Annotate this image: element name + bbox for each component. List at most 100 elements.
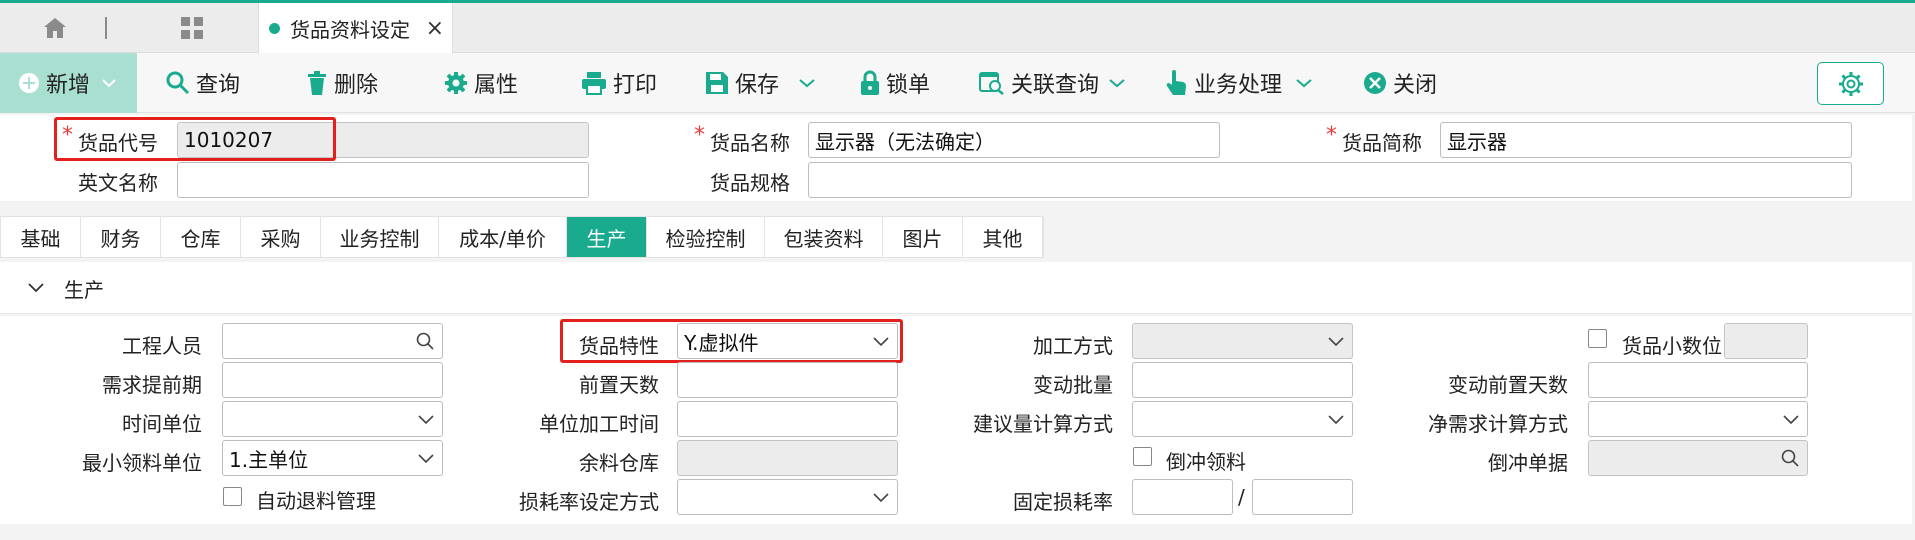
decimal-label: 货品小数位 [1622,334,1722,358]
section-title: 生产 [64,278,104,302]
print-label: 打印 [613,73,658,98]
save-button[interactable]: 保存 [705,53,815,113]
fixed-loss-label: 固定损耗率 [1013,490,1113,514]
process-method-select[interactable] [1132,323,1353,359]
backflush-checkbox[interactable] [1133,447,1152,466]
query-button[interactable]: 查询 [166,53,240,113]
process-method-label: 加工方式 [1033,334,1113,358]
tab-goods-setup[interactable]: 货品资料设定 × [258,3,453,53]
goods-spec-input[interactable] [808,162,1852,198]
attribute-button[interactable]: 属性 [444,53,518,113]
delete-button[interactable]: 删除 [306,53,378,113]
fixed-loss-separator: / [1238,485,1245,509]
required-mark: * [1326,123,1337,148]
chevron-down-icon [799,79,815,88]
close-label: 关闭 [1393,73,1438,98]
tab-packaging[interactable]: 包装资料 [765,217,883,257]
new-button[interactable]: 新增 [0,53,137,113]
settings-button[interactable] [1817,62,1884,105]
goods-name-label: 货品名称 [710,131,790,155]
decimal-checkbox[interactable] [1588,329,1607,348]
goods-name-input[interactable]: 显示器（无法确定） [808,122,1220,158]
plus-circle-icon [19,73,39,93]
settings-gear-icon [1838,71,1863,96]
required-mark: * [694,123,705,148]
printer-icon [582,72,606,95]
tab-business-control[interactable]: 业务控制 [321,217,439,257]
loss-method-label: 损耗率设定方式 [519,490,659,514]
chevron-down-icon [28,283,44,293]
hand-pointer-icon [1166,70,1186,95]
demand-lead-input[interactable] [222,362,443,398]
suggest-calc-select[interactable] [1132,401,1353,437]
surplus-warehouse-input[interactable] [677,440,898,476]
auto-return-checkbox[interactable] [223,487,242,506]
tab-basic[interactable]: 基础 [1,217,81,257]
unit-process-time-label: 单位加工时间 [539,412,659,436]
var-lead-days-input[interactable] [1588,362,1808,398]
home-icon[interactable] [40,13,70,43]
chevron-down-icon [418,454,434,464]
backflush-doc-input[interactable] [1588,440,1808,476]
tab-other[interactable]: 其他 [963,217,1043,257]
backflush-label: 倒冲领料 [1166,450,1246,474]
var-batch-label: 变动批量 [1033,373,1113,397]
save-icon [706,72,728,94]
fixed-loss-input-b[interactable] [1252,479,1353,515]
tab-bar: 货品资料设定 × [0,3,1915,53]
tab-images[interactable]: 图片 [883,217,963,257]
tab-cost-price[interactable]: 成本/单价 [439,217,567,257]
goods-short-input[interactable]: 显示器 [1440,122,1852,158]
active-dot-icon [269,22,280,34]
unit-process-time-input[interactable] [677,401,898,437]
lead-days-input[interactable] [677,362,898,398]
tab-title: 货品资料设定 [290,17,410,42]
loss-method-select[interactable] [677,479,898,515]
surplus-warehouse-label: 余料仓库 [579,451,659,475]
business-process-button[interactable]: 业务处理 [1166,53,1312,113]
decimal-input[interactable] [1724,323,1808,359]
time-unit-select[interactable] [222,401,443,437]
print-button[interactable]: 打印 [581,53,657,113]
close-tab-icon[interactable]: × [426,16,444,41]
header-panel: * 货品代号 1010207 * 货品名称 显示器（无法确定） * 货品简称 显… [0,115,1912,201]
tab-production[interactable]: 生产 [567,217,647,257]
english-name-label: 英文名称 [78,171,158,195]
lead-days-label: 前置天数 [579,373,659,397]
fixed-loss-input-a[interactable] [1132,479,1233,515]
net-calc-label: 净需求计算方式 [1428,412,1568,436]
production-form: 工程人员 需求提前期 时间单位 最小领料单位 1.主单位 自动退料管理 货品特性… [0,316,1912,524]
min-issue-unit-label: 最小领料单位 [82,451,202,475]
suggest-calc-label: 建议量计算方式 [973,412,1113,436]
chevron-down-icon [102,79,116,88]
toolbar: 新增 查询 删除 属性 打印 保存 锁单 关联查询 业务处理 关闭 [0,53,1915,113]
var-batch-input[interactable] [1132,362,1353,398]
tab-inspection-control[interactable]: 检验控制 [647,217,765,257]
close-button[interactable]: 关闭 [1363,53,1437,113]
lock-icon [861,70,879,95]
net-calc-select[interactable] [1588,401,1808,437]
goods-spec-label: 货品规格 [710,171,790,195]
time-unit-label: 时间单位 [122,412,202,436]
engineer-input[interactable] [222,323,443,359]
grid-icon[interactable] [178,14,206,42]
tab-warehouse[interactable]: 仓库 [161,217,241,257]
related-query-button[interactable]: 关联查询 [979,53,1125,113]
min-issue-unit-value: 1.主单位 [229,447,309,472]
attribute-label: 属性 [474,73,519,98]
related-search-icon [979,72,1004,95]
min-issue-unit-select[interactable]: 1.主单位 [222,440,443,476]
related-query-label: 关联查询 [1011,73,1100,98]
lock-label: 锁单 [886,73,931,98]
goods-short-label: 货品简称 [1342,131,1422,155]
tab-finance[interactable]: 财务 [81,217,161,257]
section-header[interactable]: 生产 [0,262,1912,314]
chevron-down-icon [418,415,434,425]
new-label: 新增 [46,73,91,98]
tab-purchase[interactable]: 采购 [241,217,321,257]
delete-label: 删除 [334,73,379,98]
separator [103,13,109,43]
english-name-input[interactable] [177,162,589,198]
lock-button[interactable]: 锁单 [860,53,930,113]
chevron-down-icon [1296,79,1312,88]
